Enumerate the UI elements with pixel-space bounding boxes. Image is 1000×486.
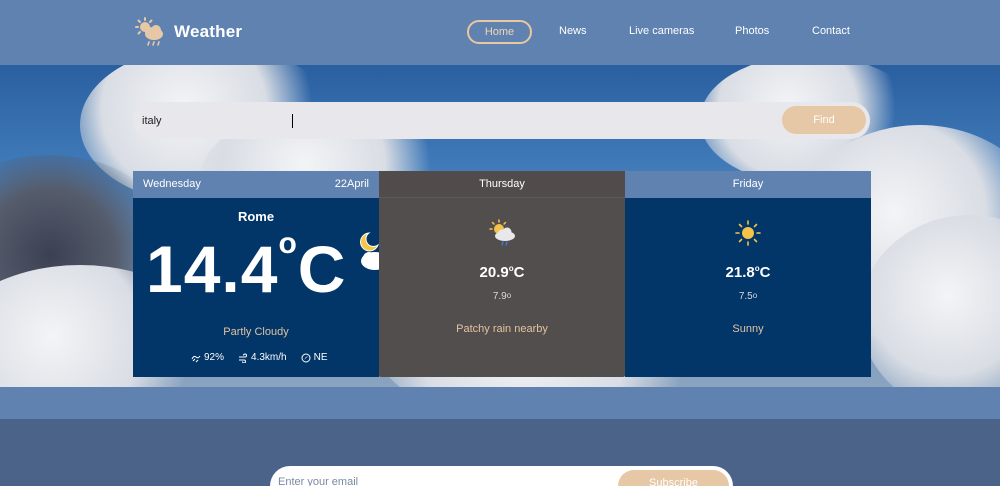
nav-live-cameras[interactable]: Live cameras: [629, 20, 694, 44]
subscribe-button[interactable]: Subscribe: [618, 470, 729, 486]
today-card: Wednesday 22April Rome 14.4oC Partly Clo…: [133, 171, 379, 377]
email-input[interactable]: [278, 476, 608, 486]
forecast-day: Friday: [625, 171, 871, 198]
forecast-condition: Sunny: [732, 323, 764, 335]
today-condition: Partly Cloudy: [223, 326, 289, 338]
direction-stat: NE: [301, 352, 328, 363]
forecast-day: Thursday: [379, 171, 625, 198]
divider-band: [0, 387, 1000, 419]
wind-stat: 4.3km/h: [238, 352, 287, 363]
search-input[interactable]: [133, 102, 773, 139]
max-temperature: 21.8oC: [725, 264, 771, 281]
wind-icon: [239, 353, 247, 363]
nav-contact[interactable]: Contact: [812, 20, 850, 44]
min-temperature: 7.9o: [492, 291, 512, 302]
sun-cloud-rain-icon: [489, 219, 515, 246]
compass-icon: [301, 353, 311, 362]
text-caret: [292, 114, 293, 128]
moon-cloud-icon: [360, 232, 379, 270]
logo[interactable]: Weather: [134, 16, 242, 48]
find-button[interactable]: Find: [782, 106, 866, 134]
humidity-icon: [191, 355, 201, 362]
humidity-stat: 92%: [191, 352, 224, 363]
today-stats: 92% 4.3km/h NE: [191, 352, 328, 363]
max-temperature: 20.9oC: [479, 264, 525, 281]
forecast-condition: Patchy rain nearby: [456, 323, 548, 335]
today-day: Wednesday: [143, 178, 201, 190]
weather-logo-icon: [135, 17, 163, 46]
min-temperature: 7.5o: [738, 291, 758, 302]
forecast-card-thursday: Thursday 20.9oC 7.9o Patchy rain nearby: [379, 171, 625, 377]
nav-photos[interactable]: Photos: [735, 20, 769, 44]
today-card-header: Wednesday 22April: [133, 171, 379, 198]
current-temperature: 14.4oC: [146, 227, 347, 306]
sun-icon: [735, 220, 761, 246]
forecast-card-friday: Friday 21.8oC 7.5o Sunny: [625, 171, 871, 377]
nav-news[interactable]: News: [559, 20, 587, 44]
subscribe-form: Subscribe: [270, 466, 733, 486]
nav-home[interactable]: Home: [467, 20, 532, 44]
search-bar: Find: [133, 102, 870, 139]
today-date: 22April: [334, 178, 369, 190]
site-header: Weather Home News Live cameras Photos Co…: [0, 0, 1000, 65]
logo-text: Weather: [174, 22, 243, 41]
city-name: Rome: [237, 209, 275, 224]
